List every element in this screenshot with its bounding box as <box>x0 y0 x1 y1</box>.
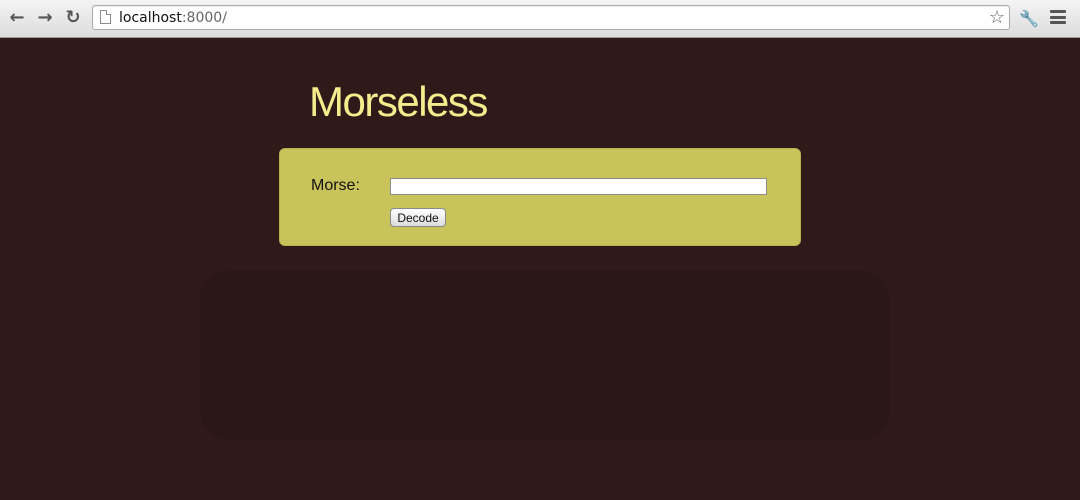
page-icon <box>100 10 111 24</box>
wrench-icon[interactable]: 🔧 <box>1018 7 1040 29</box>
background-shadow <box>200 270 890 440</box>
address-bar[interactable]: localhost:8000/ ☆ <box>92 5 1010 30</box>
url-host: localhost <box>119 10 182 26</box>
decode-button[interactable]: Decode <box>390 208 446 227</box>
url-port-path: :8000/ <box>181 10 227 26</box>
url-text[interactable]: localhost:8000/ <box>119 10 227 26</box>
star-icon[interactable]: ☆ <box>989 7 1005 28</box>
morse-input[interactable] <box>390 178 767 195</box>
menu-icon[interactable] <box>1050 10 1066 24</box>
reload-icon[interactable]: ↻ <box>62 7 84 29</box>
page-title: Morseless <box>309 78 488 125</box>
back-arrow-icon[interactable]: ← <box>6 7 28 29</box>
browser-toolbar: ← → ↻ localhost:8000/ ☆ 🔧 <box>0 0 1080 38</box>
morse-label: Morse: <box>311 177 360 194</box>
forward-arrow-icon[interactable]: → <box>34 7 56 29</box>
decode-form-panel: Morse: Decode <box>279 148 801 246</box>
